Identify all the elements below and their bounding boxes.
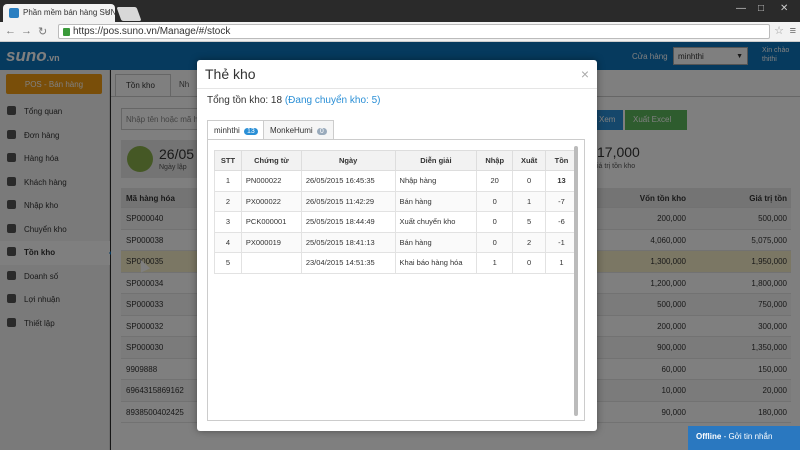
table-row: 3 PCK000001 25/05/2015 18:44:49 Xuất chu…	[214, 211, 578, 233]
close-window-icon[interactable]: ✕	[780, 3, 788, 14]
browser-menu-icon[interactable]: ≡	[790, 25, 796, 37]
cell-in: 1	[476, 252, 514, 274]
cell-description: Xuất chuyển kho	[394, 211, 478, 233]
bookmark-star-icon[interactable]: ☆	[774, 24, 784, 37]
chat-widget[interactable]: Offline - Gởi tin nhắn	[688, 426, 800, 450]
url-input[interactable]: https://pos.suno.vn/Manage/#/stock	[58, 24, 770, 39]
close-icon[interactable]: ×	[581, 66, 589, 82]
cell-date: 26/05/2015 11:42:29	[300, 190, 396, 212]
back-icon[interactable]: ←	[5, 25, 16, 37]
browser-tab[interactable]: Phần mềm bán hàng SUNO ×	[3, 4, 115, 22]
table-row: 1 PN000022 26/05/2015 16:45:35 Nhập hàng…	[214, 170, 578, 192]
minimize-icon[interactable]: —	[736, 3, 746, 14]
col-out: Xuất	[512, 150, 547, 171]
scrollbar[interactable]	[574, 146, 578, 416]
voucher-link	[240, 252, 302, 274]
cell-out: 0	[512, 170, 547, 192]
cell-description: Bán hàng	[394, 231, 478, 253]
reload-icon[interactable]: ↻	[38, 25, 47, 38]
tab-store-minhthi[interactable]: minhthi 13	[207, 120, 265, 140]
close-tab-icon[interactable]: ×	[105, 7, 110, 17]
voucher-link[interactable]: PX000019	[240, 231, 302, 253]
cell-out: 1	[512, 190, 547, 212]
cell-stt: 4	[214, 231, 242, 253]
cell-in: 0	[476, 190, 514, 212]
cell-balance: -7	[545, 190, 578, 212]
cell-out: 5	[512, 211, 547, 233]
col-date: Ngày	[300, 150, 396, 171]
cell-in: 0	[476, 231, 514, 253]
stock-card-panel: STT Chứng từ Ngày Diễn giải Nhập Xuất Tồ…	[207, 139, 585, 421]
cell-in: 20	[476, 170, 514, 192]
cell-description: Nhập hàng	[394, 170, 478, 192]
cell-stt: 5	[214, 252, 242, 274]
lock-icon	[63, 28, 70, 36]
modal-divider	[197, 88, 597, 89]
table-row: 5 23/04/2015 14:51:35 Khai báo hàng hóa …	[214, 252, 578, 274]
voucher-link[interactable]: PCK000001	[240, 211, 302, 233]
cell-balance: -6	[545, 211, 578, 233]
col-stt: STT	[214, 150, 242, 171]
col-description: Diễn giải	[394, 150, 478, 171]
cell-out: 0	[512, 252, 547, 274]
cell-date: 23/04/2015 14:51:35	[300, 252, 396, 274]
col-balance: Tồn	[545, 150, 578, 171]
cell-description: Bán hàng	[394, 190, 478, 212]
cell-balance: 13	[545, 170, 578, 192]
tab-label: minhthi	[214, 126, 240, 135]
cell-stt: 3	[214, 211, 242, 233]
cell-date: 26/05/2015 16:45:35	[300, 170, 396, 192]
cell-balance: 1	[545, 252, 578, 274]
cell-out: 2	[512, 231, 547, 253]
stock-card-modal: Thẻ kho × Tổng tồn kho: 18 (Đang chuyển …	[197, 60, 597, 431]
cell-stt: 1	[214, 170, 242, 192]
cell-balance: -1	[545, 231, 578, 253]
browser-tab-bar: Phần mềm bán hàng SUNO × — □ ✕	[0, 0, 800, 22]
forward-icon[interactable]: →	[21, 25, 32, 37]
browser-tab-title: Phần mềm bán hàng SUNO	[23, 8, 115, 17]
address-bar: ← → ↻ https://pos.suno.vn/Manage/#/stock…	[0, 22, 800, 42]
tab-store-monkehumi[interactable]: MonkeHumi 0	[263, 120, 334, 140]
chat-text: Gởi tin nhắn	[728, 432, 773, 441]
table-row: 2 PX000022 26/05/2015 11:42:29 Bán hàng …	[214, 190, 578, 212]
new-tab-button[interactable]	[116, 7, 142, 21]
count-badge: 13	[244, 128, 258, 135]
table-header-row: STT Chứng từ Ngày Diễn giải Nhập Xuất Tồ…	[214, 150, 578, 171]
tab-label: MonkeHumi	[270, 126, 313, 135]
site-favicon-icon	[9, 8, 19, 18]
voucher-link[interactable]: PN000022	[240, 170, 302, 192]
table-row: 4 PX000019 25/05/2015 18:41:13 Bán hàng …	[214, 231, 578, 253]
cell-description: Khai báo hàng hóa	[394, 252, 478, 274]
cell-in: 0	[476, 211, 514, 233]
total-stock: Tổng tồn kho: 18 (Đang chuyển kho: 5)	[207, 95, 380, 106]
chat-status: Offline	[696, 432, 722, 441]
maximize-icon[interactable]: □	[758, 3, 764, 14]
url-text: https://pos.suno.vn/Manage/#/stock	[73, 26, 231, 37]
transfer-stock-text: (Đang chuyển kho: 5)	[284, 95, 381, 106]
cell-date: 25/05/2015 18:44:49	[300, 211, 396, 233]
total-stock-text: Tổng tồn kho: 18	[207, 95, 283, 106]
cell-stt: 2	[214, 190, 242, 212]
cell-date: 25/05/2015 18:41:13	[300, 231, 396, 253]
voucher-link[interactable]: PX000022	[240, 190, 302, 212]
modal-title: Thẻ kho	[205, 66, 256, 82]
col-in: Nhập	[476, 150, 514, 171]
count-badge: 0	[316, 128, 327, 135]
col-voucher: Chứng từ	[240, 150, 302, 171]
stock-card-table: STT Chứng từ Ngày Diễn giải Nhập Xuất Tồ…	[214, 150, 578, 274]
